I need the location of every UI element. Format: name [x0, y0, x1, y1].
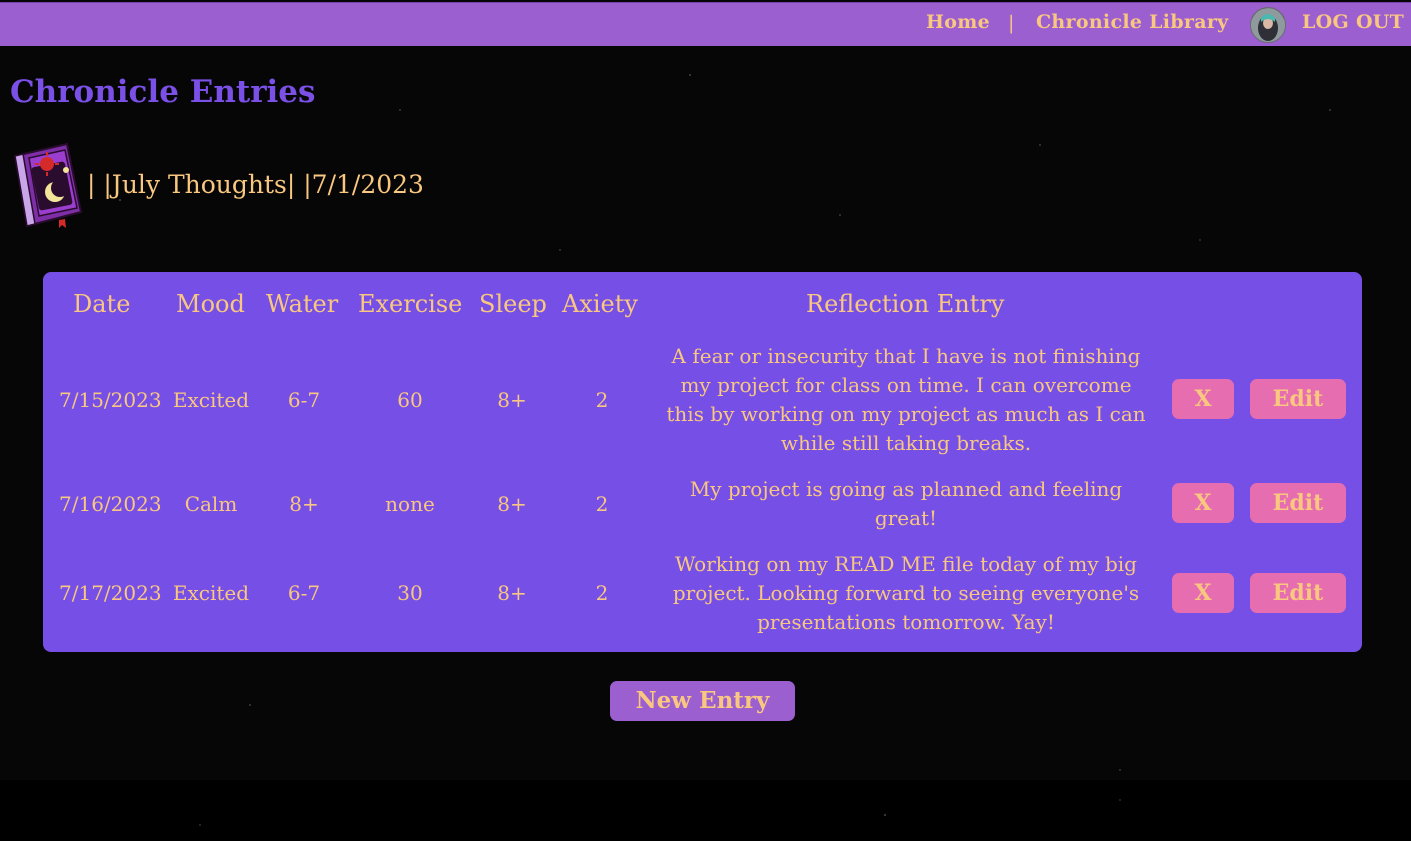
- delete-entry-button[interactable]: X: [1172, 483, 1234, 523]
- cell-reflection: Working on my READ ME file today of my b…: [672, 552, 1140, 634]
- user-avatar[interactable]: [1250, 7, 1286, 43]
- logout-link[interactable]: LOG OUT: [1302, 11, 1404, 33]
- header-mood: Mood: [176, 290, 245, 318]
- edit-entry-button[interactable]: Edit: [1250, 379, 1346, 419]
- cell-reflection: My project is going as planned and feeli…: [689, 477, 1123, 530]
- header-water: Water: [266, 290, 339, 318]
- edit-entry-button[interactable]: Edit: [1250, 483, 1346, 523]
- edit-entry-button[interactable]: Edit: [1250, 573, 1346, 613]
- header-reflection: Reflection Entry: [806, 290, 1005, 318]
- cell-mood: Calm: [184, 492, 238, 516]
- cell-date: 7/16/2023: [59, 492, 162, 516]
- chronicle-name-date: | |July Thoughts| |7/1/2023: [87, 170, 424, 199]
- header-exercise: Exercise: [358, 290, 463, 318]
- cell-mood: Excited: [172, 388, 250, 412]
- cell-water: 6-7: [287, 581, 321, 605]
- cell-anxiety: 2: [595, 492, 609, 516]
- cell-anxiety: 2: [595, 581, 609, 605]
- delete-entry-button[interactable]: X: [1172, 573, 1234, 613]
- cell-exercise: none: [385, 492, 435, 516]
- nav-home-link[interactable]: Home: [926, 11, 990, 33]
- entries-table: Date Mood Water Exercise Sleep Axiety Re…: [43, 272, 1362, 652]
- cell-sleep: 8+: [497, 492, 527, 516]
- cell-mood: Excited: [172, 581, 250, 605]
- cell-reflection: A fear or insecurity that I have is not …: [666, 344, 1146, 455]
- cell-water: 6-7: [287, 388, 321, 412]
- cell-exercise: 60: [397, 388, 423, 412]
- cell-water: 8+: [289, 492, 319, 516]
- cell-sleep: 8+: [497, 581, 527, 605]
- cell-date: 7/15/2023: [59, 388, 162, 412]
- cell-sleep: 8+: [497, 388, 527, 412]
- cell-date: 7/17/2023: [59, 581, 162, 605]
- page-footer-band: [0, 780, 1411, 841]
- new-entry-button[interactable]: New Entry: [610, 681, 795, 721]
- header-anxiety: Axiety: [562, 290, 638, 318]
- delete-entry-button[interactable]: X: [1172, 379, 1234, 419]
- header-date: Date: [73, 290, 131, 318]
- avatar-portrait-icon: [1251, 8, 1285, 42]
- cell-exercise: 30: [397, 581, 423, 605]
- nav-separator: |: [1008, 12, 1015, 34]
- nav-chronicle-library-link[interactable]: Chronicle Library: [1036, 11, 1228, 33]
- cell-anxiety: 2: [595, 388, 609, 412]
- top-navbar: Home | Chronicle Library LOG OUT: [0, 2, 1411, 46]
- header-sleep: Sleep: [479, 290, 547, 318]
- chronicle-book-icon: [9, 142, 85, 230]
- page-title: Chronicle Entries: [10, 74, 316, 110]
